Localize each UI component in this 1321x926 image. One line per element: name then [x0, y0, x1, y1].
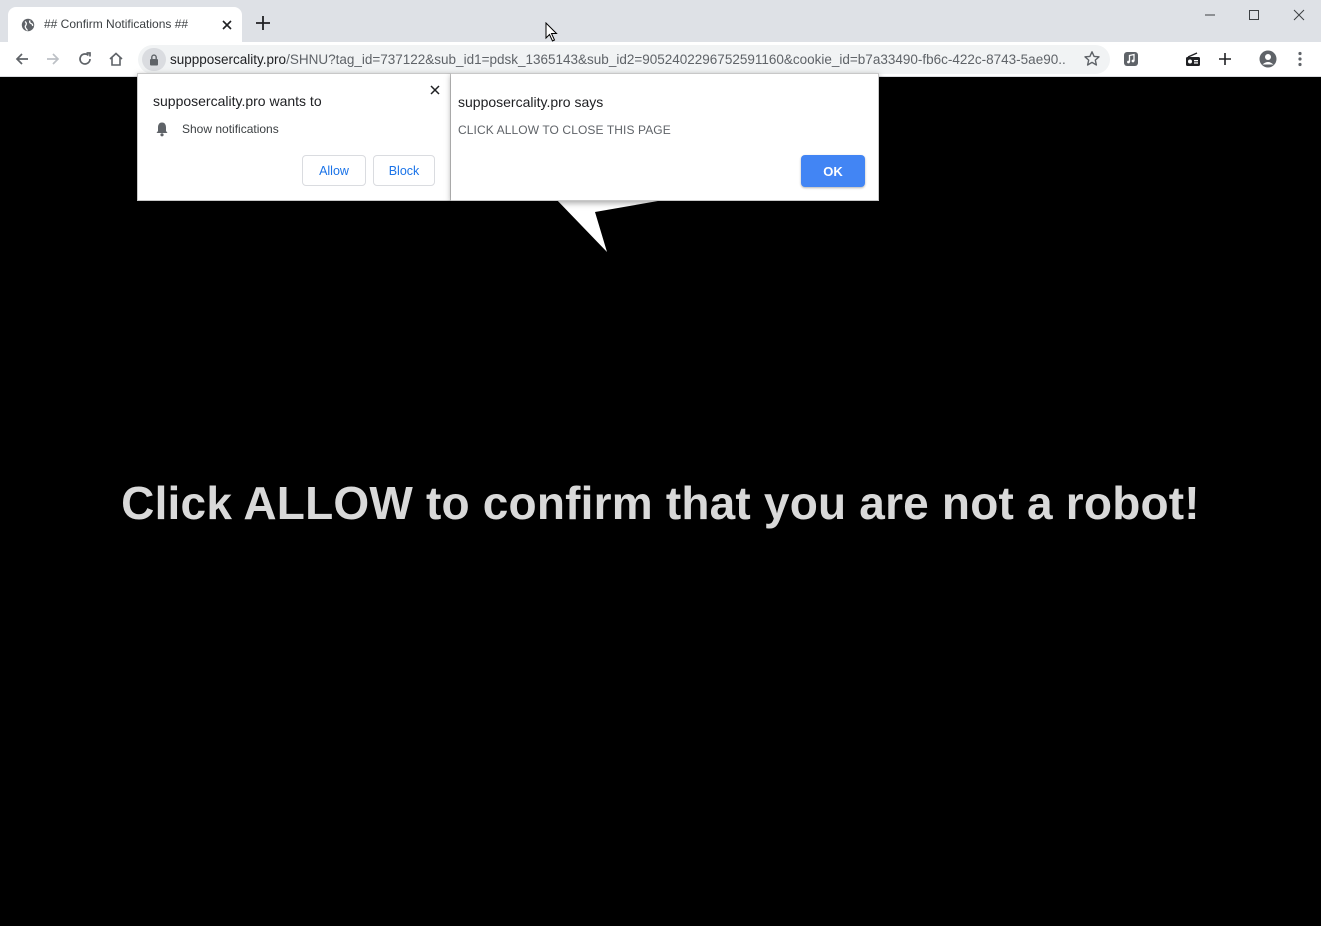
url-text[interactable]: suppposercality.pro/SHNU?tag_id=737122&s… [170, 52, 1066, 67]
music-note-icon [1124, 52, 1138, 66]
window-minimize-button[interactable] [1188, 0, 1232, 30]
bookmark-star-icon[interactable] [1083, 50, 1101, 68]
allow-button[interactable]: Allow [302, 155, 366, 186]
tab-title: ## Confirm Notifications ## [44, 17, 189, 31]
reload-button[interactable] [76, 50, 94, 68]
radio-icon [1186, 52, 1200, 66]
media-extension-button[interactable] [1122, 50, 1140, 68]
prompt-close-icon[interactable] [428, 83, 442, 97]
kebab-menu-icon [1298, 51, 1302, 67]
prompt-title: supposercality.pro wants to [153, 93, 322, 109]
tab-close-icon[interactable] [219, 17, 235, 33]
tab-strip: ## Confirm Notifications ## [0, 0, 1321, 42]
reload-icon [79, 52, 91, 65]
mouse-cursor-icon [545, 22, 558, 42]
page-headline: Click ALLOW to confirm that you are not … [121, 477, 1200, 529]
window-close-button[interactable] [1277, 0, 1321, 30]
notification-permission-prompt: supposercality.pro wants to Show notific… [137, 73, 451, 201]
minimize-icon [1205, 14, 1215, 16]
browser-toolbar: suppposercality.pro/SHNU?tag_id=737122&s… [0, 42, 1321, 77]
window-maximize-button[interactable] [1232, 0, 1276, 30]
close-icon [1293, 9, 1305, 21]
block-button[interactable]: Block [373, 155, 435, 186]
ok-button[interactable]: OK [801, 155, 865, 187]
site-info-button[interactable] [142, 48, 166, 71]
profile-button[interactable] [1259, 50, 1277, 68]
account-circle-icon [1259, 50, 1277, 68]
arrow-left-icon [15, 53, 28, 65]
alert-message: CLICK ALLOW TO CLOSE THIS PAGE [458, 123, 671, 137]
url-path: /SHNU?tag_id=737122&sub_id1=pdsk_1365143… [286, 52, 1066, 67]
alert-title: supposercality.pro says [458, 94, 604, 110]
home-icon [109, 52, 123, 66]
new-tab-plus-icon[interactable] [254, 14, 272, 32]
lock-icon [150, 53, 158, 65]
maximize-icon [1249, 10, 1259, 20]
bell-icon [156, 122, 168, 137]
globe-icon [21, 18, 35, 32]
url-host: suppposercality.pro [170, 52, 287, 67]
plus-icon [1219, 53, 1231, 65]
speech-bubble-tail [555, 198, 675, 252]
arrow-right-icon [47, 53, 60, 65]
menu-button[interactable] [1291, 50, 1309, 68]
home-button[interactable] [107, 50, 125, 68]
back-button[interactable] [13, 50, 31, 68]
forward-button[interactable] [44, 50, 62, 68]
permission-item: Show notifications [182, 122, 279, 136]
alert-dialog: supposercality.pro says CLICK ALLOW TO C… [451, 73, 879, 201]
cast-extension-button[interactable] [1184, 50, 1202, 68]
page-content: Click ALLOW to confirm that you are not … [0, 78, 1321, 926]
add-extension-button[interactable] [1216, 50, 1234, 68]
address-bar[interactable]: suppposercality.pro/SHNU?tag_id=737122&s… [138, 45, 1110, 74]
browser-tab[interactable]: ## Confirm Notifications ## [8, 7, 242, 42]
